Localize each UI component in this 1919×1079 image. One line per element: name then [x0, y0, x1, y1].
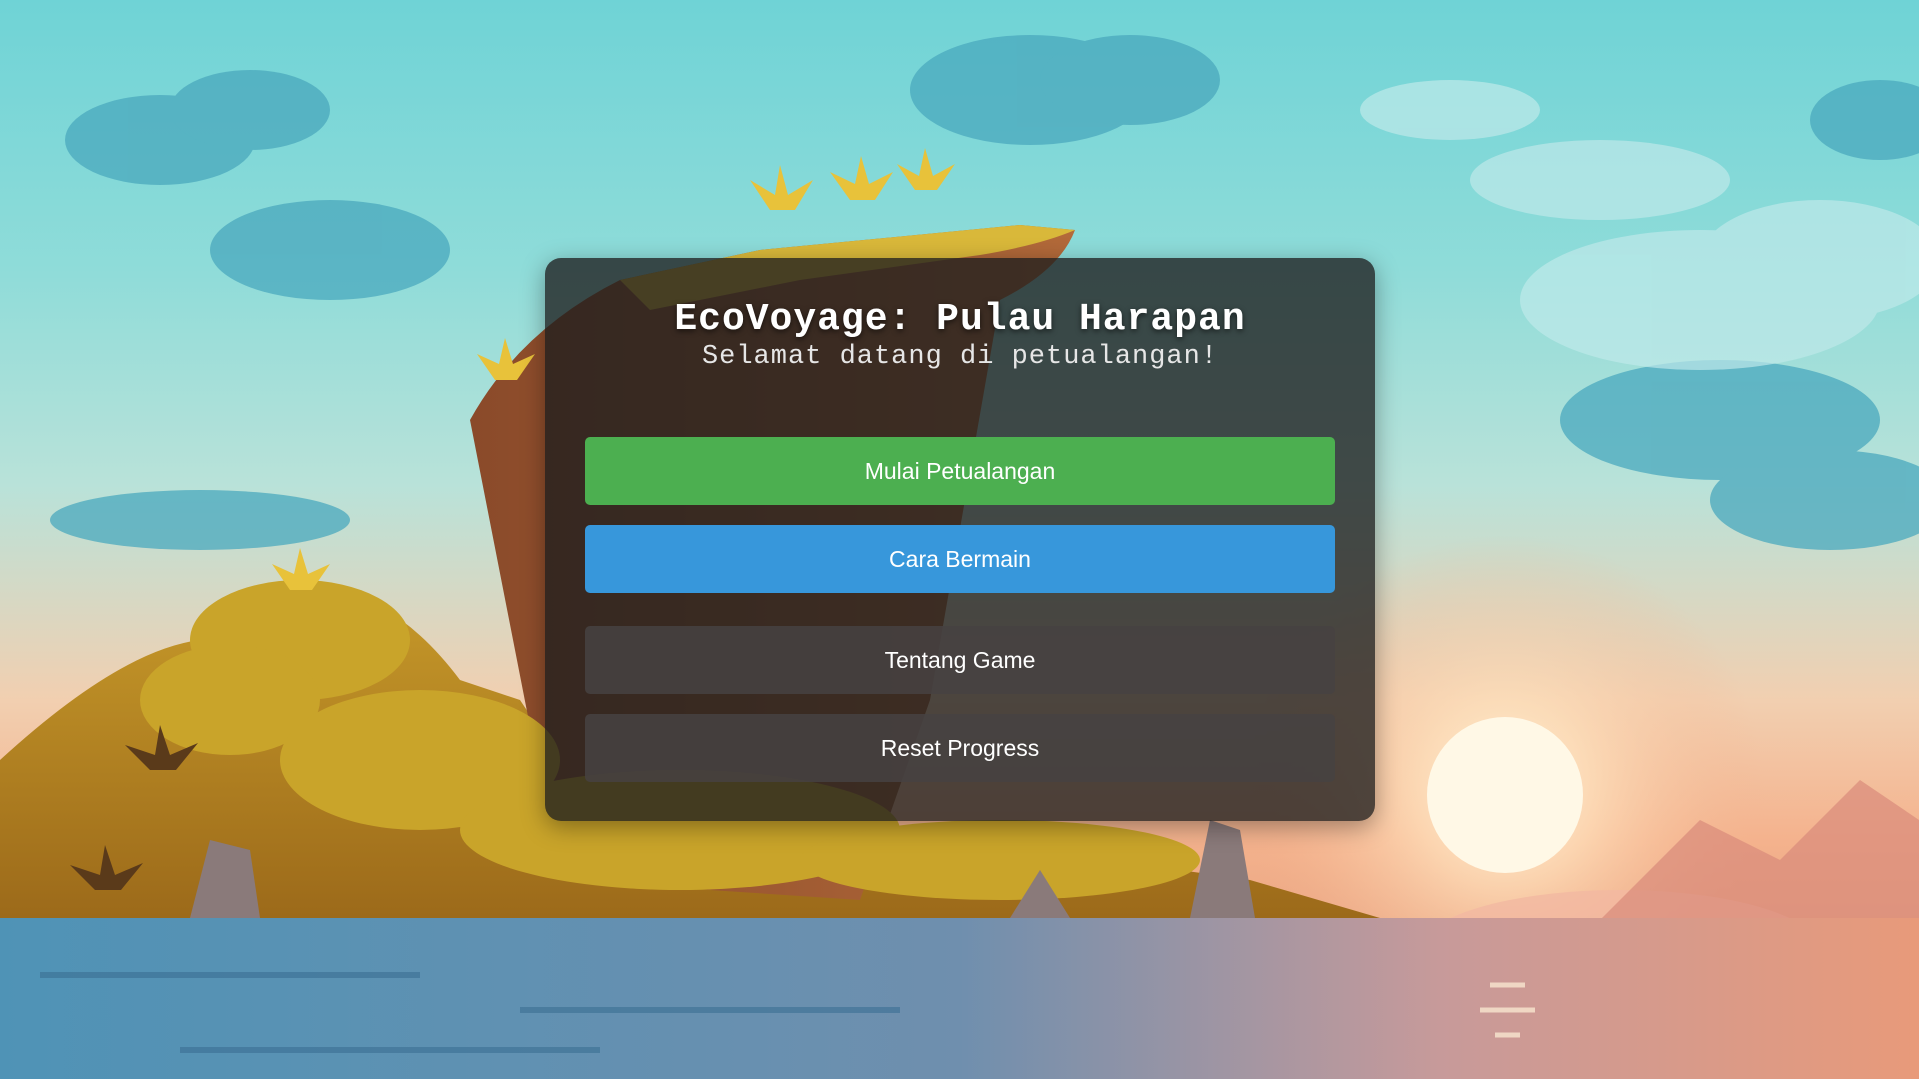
game-subtitle: Selamat datang di petualangan! [701, 342, 1219, 372]
main-menu-panel: EcoVoyage: Pulau Harapan Selamat datang … [545, 258, 1375, 821]
about-game-button[interactable]: Tentang Game [585, 626, 1335, 694]
game-title: EcoVoyage: Pulau Harapan [674, 298, 1246, 341]
reset-progress-button[interactable]: Reset Progress [585, 714, 1335, 782]
how-to-play-button[interactable]: Cara Bermain [585, 525, 1335, 593]
start-adventure-button[interactable]: Mulai Petualangan [585, 437, 1335, 505]
